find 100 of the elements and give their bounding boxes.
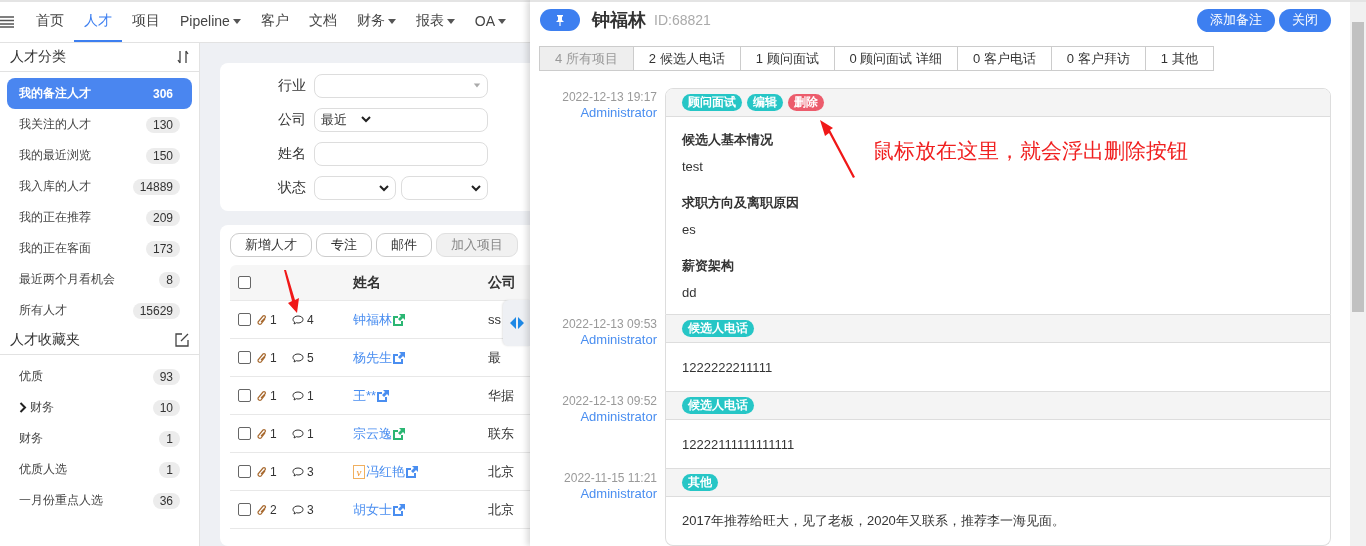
- paperclip-icon: [257, 427, 267, 440]
- field-label: 行业: [277, 76, 306, 95]
- paperclip-icon: [257, 313, 267, 326]
- item-count: 150: [145, 147, 180, 164]
- sidebar-item[interactable]: 财务 1: [7, 423, 192, 454]
- field-label: 姓名: [277, 145, 306, 164]
- checkbox[interactable]: [238, 427, 251, 440]
- external-link-icon[interactable]: [393, 503, 405, 516]
- external-link-icon[interactable]: [406, 465, 418, 478]
- nav-tab[interactable]: 文档: [298, 2, 347, 42]
- item-label: 我关注的人才: [19, 116, 91, 133]
- menu-icon[interactable]: [0, 16, 14, 28]
- field-label: 状态: [277, 179, 306, 198]
- item-count: 14889: [132, 178, 180, 195]
- nav-tab[interactable]: Pipeline: [170, 2, 251, 42]
- sidebar-item[interactable]: 优质人选 1: [7, 454, 192, 485]
- note-text: 1222222211111: [682, 359, 773, 375]
- filter-tab[interactable]: 0 顾问面试 详细: [833, 46, 958, 71]
- select-field[interactable]: [314, 73, 488, 98]
- nav-tab[interactable]: 报表: [405, 2, 465, 42]
- attachment-count: 1: [270, 388, 277, 403]
- item-count: 306: [151, 85, 174, 102]
- sidebar-item[interactable]: 所有人才 15629: [7, 295, 192, 326]
- toolbar-button[interactable]: 专注: [316, 233, 372, 257]
- comment-icon: [292, 504, 304, 515]
- comment-icon: [292, 428, 304, 439]
- select-field[interactable]: [314, 176, 396, 201]
- select-value: 最近: [321, 110, 347, 129]
- toolbar-button[interactable]: 邮件: [376, 233, 432, 257]
- chevron-down-icon: [471, 184, 481, 192]
- table-cell: 北京: [488, 462, 514, 481]
- external-link-icon[interactable]: [393, 313, 405, 326]
- sidebar-item[interactable]: 我的最近浏览 150: [7, 140, 192, 171]
- section-title: 人才收藏夹: [10, 331, 80, 349]
- section-text: test: [682, 159, 704, 174]
- filter-tab[interactable]: 2 候选人电话: [632, 46, 741, 71]
- item-label: 财务: [30, 399, 54, 416]
- note-time: 2022-12-13 09:52: [561, 394, 657, 408]
- note-time: 2022-12-13 19:17: [561, 90, 657, 104]
- checkbox[interactable]: [238, 351, 251, 364]
- external-link-icon[interactable]: [393, 427, 405, 440]
- scrollbar[interactable]: [1350, 2, 1366, 546]
- sidebar-item[interactable]: 我关注的人才 130: [7, 109, 192, 140]
- item-label: 所有人才: [19, 302, 67, 319]
- item-count: 1: [159, 461, 180, 478]
- external-link-icon[interactable]: [393, 351, 405, 364]
- panel-button[interactable]: 添加备注: [1197, 8, 1275, 32]
- paperclip-icon: [257, 389, 267, 402]
- note-time: 2022-11-15 11:21: [563, 471, 657, 485]
- sidebar-item[interactable]: 我的正在推荐 209: [7, 202, 192, 233]
- panel-button[interactable]: 关闭: [1279, 8, 1331, 32]
- input-field[interactable]: [314, 142, 488, 167]
- checkbox[interactable]: [238, 465, 251, 478]
- item-count: 130: [145, 116, 180, 133]
- caret-icon: [473, 83, 481, 88]
- nav-tab[interactable]: 首页: [26, 2, 74, 42]
- sidebar-item[interactable]: 优质 93: [7, 361, 192, 392]
- paperclip-icon: [257, 351, 267, 364]
- column-header: 公司: [488, 273, 517, 292]
- item-label: 我入库的人才: [19, 178, 91, 195]
- item-label: 我的正在推荐: [19, 209, 91, 226]
- sidebar-item[interactable]: 最近两个月看机会 8: [7, 264, 192, 295]
- attachment-count: 1: [270, 312, 277, 327]
- filter-tab[interactable]: 1 顾问面试: [739, 46, 835, 71]
- select-field[interactable]: [401, 176, 488, 201]
- toolbar-button[interactable]: 新增人才: [230, 233, 312, 257]
- field-label: 公司: [277, 110, 306, 129]
- candidate-link[interactable]: 胡女士: [353, 500, 392, 519]
- sidebar-item[interactable]: 一月份重点人选 36: [7, 485, 192, 516]
- nav-tab[interactable]: 客户: [250, 2, 299, 42]
- sidebar-item[interactable]: 我的备注人才 306: [7, 78, 192, 109]
- checkbox[interactable]: [238, 503, 251, 516]
- chevron-down-icon: [361, 116, 371, 124]
- company-field[interactable]: 最近: [314, 107, 488, 132]
- panel-toggle[interactable]: [503, 300, 530, 346]
- checkbox[interactable]: [238, 276, 251, 289]
- checkbox[interactable]: [238, 313, 251, 326]
- chevron-right-icon: [19, 402, 27, 413]
- pin-button[interactable]: [540, 9, 580, 31]
- filter-tab[interactable]: 0 客户拜访: [1050, 46, 1146, 71]
- filter-tab[interactable]: 0 客户电话: [957, 46, 1052, 71]
- item-label: 财务: [19, 430, 43, 447]
- attachment-count: 1: [270, 464, 277, 479]
- item-count: 36: [152, 492, 180, 509]
- edit-icon[interactable]: [175, 333, 189, 347]
- sidebar-item[interactable]: 我入库的人才 14889: [7, 171, 192, 202]
- checkbox[interactable]: [238, 389, 251, 402]
- sidebar-item[interactable]: 我的正在客面 173: [7, 233, 192, 264]
- column-header: 姓名: [353, 273, 382, 292]
- table-cell: ss: [488, 312, 501, 327]
- nav-tab[interactable]: 项目: [122, 2, 170, 42]
- external-link-icon[interactable]: [377, 389, 390, 402]
- pin-icon: [556, 14, 564, 26]
- sort-icon[interactable]: [177, 50, 189, 64]
- nav-tab[interactable]: OA: [464, 2, 517, 42]
- scrollbar-thumb[interactable]: [1352, 22, 1364, 312]
- sidebar-item[interactable]: 财务 10: [7, 392, 192, 423]
- filter-tab[interactable]: 1 其他: [1144, 46, 1214, 71]
- annotation-arrow: [817, 117, 857, 179]
- nav-tab[interactable]: 财务: [346, 2, 406, 42]
